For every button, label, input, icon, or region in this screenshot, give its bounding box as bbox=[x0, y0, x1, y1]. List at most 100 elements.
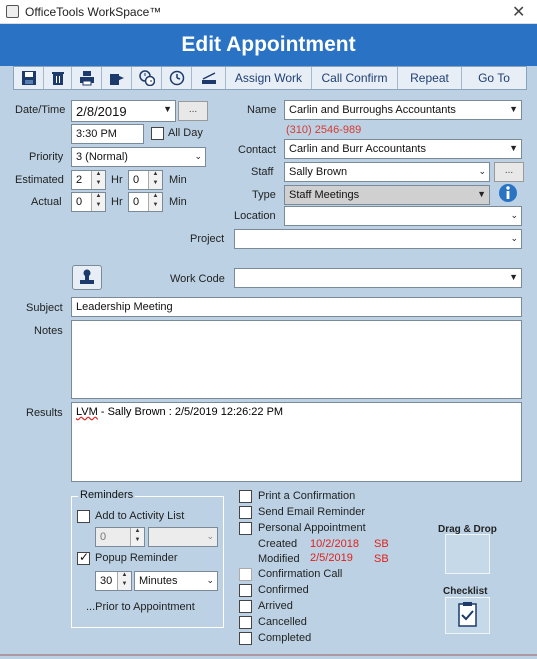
modified-by: SB bbox=[374, 553, 389, 565]
goto-button[interactable]: Go To bbox=[462, 67, 526, 89]
time-field[interactable]: 3:30 PM bbox=[71, 124, 144, 144]
location-label: Location bbox=[234, 210, 276, 222]
chevron-down-icon: ▼ bbox=[509, 104, 518, 114]
type-value: Staff Meetings bbox=[289, 189, 360, 201]
toolbar: Assign Work Call Confirm Repeat Go To bbox=[13, 66, 527, 90]
results-textarea[interactable]: LVM - Sally Brown : 2/5/2019 12:26:22 PM bbox=[71, 402, 522, 482]
confirmation-call-checkbox[interactable] bbox=[239, 568, 252, 581]
activity-count-value: 0 bbox=[100, 531, 107, 543]
page-title: Edit Appointment bbox=[0, 24, 537, 66]
activity-count-stepper[interactable]: 0 ▲ ▼ bbox=[95, 527, 145, 547]
stamp-icon bbox=[80, 269, 94, 284]
window-title: OfficeTools WorkSpace™ bbox=[25, 5, 162, 19]
estimated-hours-stepper[interactable]: 2 ▲ ▼ bbox=[71, 170, 106, 190]
phone-number: (310) 2546-989 bbox=[286, 124, 362, 136]
popup-unit-value: Minutes bbox=[139, 575, 178, 587]
contact-value: Carlin and Burr Accountants bbox=[289, 143, 426, 155]
estimated-minutes-stepper[interactable]: 0 ▲ ▼ bbox=[128, 170, 163, 190]
delete-button[interactable] bbox=[44, 67, 72, 89]
export-icon bbox=[109, 74, 124, 85]
modified-date: 2/5/2019 bbox=[310, 552, 353, 564]
confirmed-checkbox[interactable] bbox=[239, 584, 252, 597]
staff-ellipsis-button[interactable]: ... bbox=[494, 162, 524, 182]
work-code-label: Work Code bbox=[170, 273, 225, 285]
prior-to-appointment-label: ...Prior to Appointment bbox=[86, 601, 195, 613]
print-icon bbox=[79, 71, 94, 86]
checklist-label: Checklist bbox=[443, 586, 488, 597]
name-select[interactable]: Carlin and Burroughs Accountants ▼ bbox=[284, 100, 522, 120]
spin-arrows-icon[interactable]: ▲ ▼ bbox=[91, 193, 105, 211]
estimated-hours-value: 2 bbox=[76, 174, 83, 186]
save-icon bbox=[21, 71, 36, 85]
date-ellipsis-button[interactable]: ... bbox=[178, 101, 208, 121]
actual-label: Actual bbox=[31, 196, 62, 208]
chevron-down-icon: ▼ bbox=[509, 143, 518, 153]
completed-checkbox[interactable] bbox=[239, 632, 252, 645]
arrived-checkbox[interactable] bbox=[239, 600, 252, 613]
schedule-multi-button[interactable] bbox=[132, 67, 162, 89]
completed-label: Completed bbox=[258, 632, 312, 644]
type-select[interactable]: Staff Meetings ▼ bbox=[284, 185, 490, 205]
checklist-button[interactable] bbox=[445, 597, 490, 634]
modified-label: Modified bbox=[258, 553, 300, 565]
print-button[interactable] bbox=[72, 67, 102, 89]
save-button[interactable] bbox=[14, 67, 44, 89]
estimated-label: Estimated bbox=[15, 174, 64, 186]
spin-arrows-icon[interactable]: ▲ ▼ bbox=[117, 572, 131, 590]
subject-field[interactable]: Leadership Meeting bbox=[71, 297, 522, 317]
add-to-activity-checkbox[interactable] bbox=[77, 510, 90, 523]
call-confirm-button[interactable]: Call Confirm bbox=[312, 67, 398, 89]
repeat-button[interactable]: Repeat bbox=[398, 67, 462, 89]
chevron-down-icon: ⌄ bbox=[510, 233, 518, 243]
priority-select[interactable]: 3 (Normal) ⌄ bbox=[71, 147, 206, 167]
activity-select[interactable]: ⌄ bbox=[148, 527, 218, 547]
spin-arrows-icon[interactable]: ▲ ▼ bbox=[130, 528, 144, 546]
cancelled-checkbox[interactable] bbox=[239, 616, 252, 629]
app-icon bbox=[6, 5, 19, 18]
date-picker[interactable]: 2/8/2019 ▼ bbox=[71, 100, 176, 122]
notes-textarea[interactable] bbox=[71, 320, 522, 399]
created-date: 10/2/2018 bbox=[310, 538, 359, 550]
clock-multi-icon bbox=[138, 70, 155, 86]
spin-arrows-icon[interactable]: ▲ ▼ bbox=[148, 193, 162, 211]
work-code-select[interactable]: ▼ bbox=[234, 268, 522, 288]
close-icon[interactable]: ✕ bbox=[512, 2, 525, 22]
popup-unit-select[interactable]: Minutes ⌄ bbox=[134, 571, 218, 591]
scanner-icon bbox=[201, 72, 216, 84]
staff-select[interactable]: Sally Brown ⌄ bbox=[284, 162, 490, 182]
project-label: Project bbox=[190, 233, 225, 245]
date-value: 2/8/2019 bbox=[76, 104, 127, 119]
stamp-button[interactable] bbox=[72, 265, 102, 290]
info-icon[interactable] bbox=[498, 183, 518, 203]
popup-value-stepper[interactable]: 30 ▲ ▼ bbox=[95, 571, 132, 591]
staff-value: Sally Brown bbox=[289, 166, 348, 178]
popup-reminder-checkbox[interactable] bbox=[77, 550, 90, 565]
estimated-minutes-value: 0 bbox=[133, 174, 140, 186]
hr-label: Hr bbox=[111, 196, 123, 208]
chevron-down-icon: ▼ bbox=[477, 189, 486, 199]
confirmed-label: Confirmed bbox=[258, 584, 309, 596]
clock-icon bbox=[169, 70, 184, 86]
contact-select[interactable]: Carlin and Burr Accountants ▼ bbox=[284, 139, 522, 159]
min-label: Min bbox=[169, 196, 187, 208]
name-label: Name bbox=[247, 104, 277, 116]
actual-minutes-stepper[interactable]: 0 ▲ ▼ bbox=[128, 192, 163, 212]
send-email-checkbox[interactable] bbox=[239, 506, 252, 519]
print-confirmation-checkbox[interactable] bbox=[239, 490, 252, 503]
personal-appointment-checkbox[interactable] bbox=[239, 522, 252, 535]
drag-drop-area[interactable] bbox=[445, 534, 490, 574]
results-prefix: LVM bbox=[76, 406, 98, 418]
bottom-border bbox=[0, 654, 537, 656]
all-day-checkbox[interactable] bbox=[151, 127, 164, 140]
location-select[interactable]: ⌄ bbox=[284, 206, 522, 226]
actual-hours-stepper[interactable]: 0 ▲ ▼ bbox=[71, 192, 106, 212]
spin-arrows-icon[interactable]: ▲ ▼ bbox=[91, 171, 105, 189]
export-button[interactable] bbox=[102, 67, 132, 89]
assign-work-button[interactable]: Assign Work bbox=[226, 67, 312, 89]
scan-button[interactable] bbox=[192, 67, 226, 89]
name-value: Carlin and Burroughs Accountants bbox=[289, 104, 456, 116]
spin-arrows-icon[interactable]: ▲ ▼ bbox=[148, 171, 162, 189]
clock-button[interactable] bbox=[162, 67, 192, 89]
cancelled-label: Cancelled bbox=[258, 616, 307, 628]
project-select[interactable]: ⌄ bbox=[234, 229, 522, 249]
